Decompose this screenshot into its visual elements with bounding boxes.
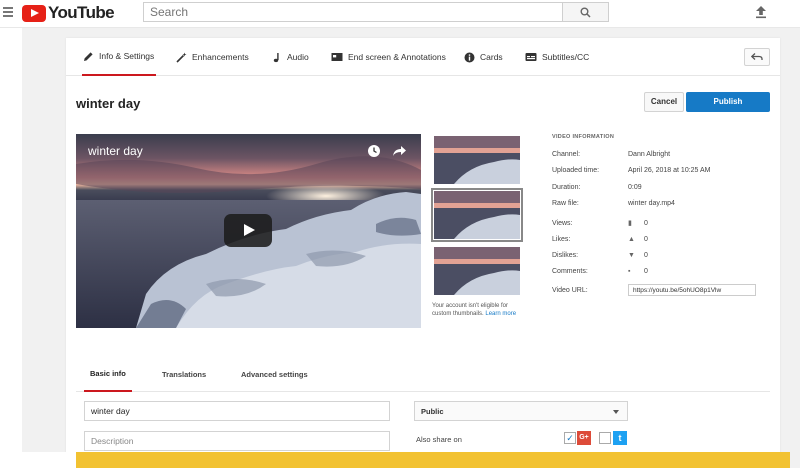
info-value: Dann Albright (628, 150, 671, 158)
info-label: Duration: (552, 183, 581, 191)
tab-subtitles[interactable]: Subtitles/CC (525, 38, 589, 76)
stat-row-comments: Comments: ▪ 0 (552, 265, 648, 277)
thumbs-down-icon: ▼ (628, 251, 635, 259)
info-value: winter day.mp4 (628, 199, 675, 207)
video-information-heading: VIDEO INFORMATION (552, 134, 615, 140)
tab-end-screen[interactable]: End screen & Annotations (331, 38, 446, 76)
tab-enhancements[interactable]: Enhancements (175, 38, 249, 76)
info-value: 0:09 (628, 183, 642, 191)
left-sidebar-strip (0, 28, 22, 468)
thumbs-up-icon: ▲ (628, 235, 635, 243)
info-value: April 26, 2018 at 10:25 AM (628, 166, 711, 174)
twitter-icon: t (613, 431, 627, 445)
subtitles-icon (525, 51, 537, 63)
editor-tabs: Info & Settings Enhancements Audio End s… (66, 38, 780, 76)
publish-button[interactable]: Publish (686, 92, 770, 112)
thumbnail-image (434, 191, 520, 239)
also-share-label: Also share on (416, 435, 462, 444)
google-plus-checkbox[interactable]: ✓ (564, 432, 576, 444)
info-label: Uploaded time: (552, 166, 600, 174)
stat-value: 0 (644, 219, 648, 227)
video-overlay-title: winter day (88, 144, 143, 158)
music-note-icon (270, 51, 282, 63)
cancel-button[interactable]: Cancel (644, 92, 684, 112)
page-title: winter day (76, 96, 141, 111)
tab-cards[interactable]: Cards (463, 38, 503, 76)
details-tabs: Basic info Translations Advanced setting… (76, 356, 770, 392)
thumbnail-option-3[interactable] (434, 247, 520, 295)
info-row-raw-file: Raw file: winter day.mp4 (552, 197, 675, 209)
stat-row-views: Views: ▮ 0 (552, 217, 648, 229)
youtube-play-icon (22, 4, 46, 22)
description-input[interactable] (84, 431, 390, 451)
video-player[interactable]: winter day (76, 134, 421, 328)
google-plus-icon: G+ (577, 431, 591, 445)
learn-more-link[interactable]: Learn more (485, 311, 516, 317)
tab-label: Subtitles/CC (542, 52, 590, 62)
bar-chart-icon: ▮ (628, 220, 632, 227)
info-label: Views: (552, 219, 573, 227)
info-row-duration: Duration: 0:09 (552, 181, 642, 193)
end-screen-icon (331, 51, 343, 63)
privacy-select[interactable]: Public (414, 401, 628, 421)
info-label: Likes: (552, 235, 571, 243)
stat-value: 0 (644, 267, 648, 275)
info-label: Channel: (552, 150, 581, 158)
tab-label: Audio (287, 52, 309, 62)
tab-label: Advanced settings (241, 369, 308, 379)
comment-icon: ▪ (628, 267, 631, 275)
tab-label: Enhancements (192, 52, 249, 62)
upload-icon[interactable] (754, 5, 768, 19)
info-label: Raw file: (552, 199, 579, 207)
chevron-down-icon (613, 410, 619, 414)
info-label: Video URL: (552, 286, 588, 294)
thumbnail-option-1[interactable] (434, 136, 520, 184)
menu-icon[interactable] (3, 7, 13, 17)
thumbnail-image (434, 136, 520, 184)
tab-label: End screen & Annotations (348, 52, 446, 62)
tab-advanced-settings[interactable]: Advanced settings (241, 356, 308, 392)
tab-label: Info & Settings (99, 51, 155, 61)
twitter-checkbox[interactable] (599, 432, 611, 444)
tab-label: Basic info (90, 368, 126, 378)
privacy-value: Public (421, 407, 444, 416)
logo-text: YouTube (48, 3, 115, 22)
video-url-field[interactable]: https://youtu.be/5ohUO8p1Vlw (628, 284, 756, 296)
notification-bar (76, 452, 790, 468)
info-row-channel: Channel: Dann Albright (552, 148, 670, 160)
info-circle-icon (463, 51, 475, 63)
title-input[interactable] (84, 401, 390, 421)
info-label: Dislikes: (552, 251, 579, 259)
info-label: Comments: (552, 267, 588, 275)
video-editor-card: Info & Settings Enhancements Audio End s… (66, 38, 780, 468)
search-input[interactable] (143, 2, 563, 22)
stat-row-dislikes: Dislikes: ▼ 0 (552, 249, 648, 261)
tab-label: Translations (162, 369, 207, 379)
return-arrow-icon (751, 53, 763, 60)
thumbnail-option-2[interactable] (431, 188, 523, 242)
tab-basic-info[interactable]: Basic info (84, 356, 132, 392)
top-bar: YouTube (0, 0, 800, 28)
tab-translations[interactable]: Translations (162, 356, 206, 392)
info-row-uploaded: Uploaded time: April 26, 2018 at 10:25 A… (552, 164, 711, 176)
magic-wand-icon (175, 51, 187, 63)
bottom-left-strip (22, 452, 76, 468)
search-icon (580, 7, 591, 18)
play-button[interactable] (224, 214, 272, 247)
search-button[interactable] (563, 2, 609, 22)
thumbnail-eligibility-note: Your account isn't eligible for custom t… (432, 302, 524, 318)
tab-info-settings[interactable]: Info & Settings (82, 38, 156, 76)
tab-label: Cards (480, 52, 503, 62)
stat-value: 0 (644, 235, 648, 243)
stat-value: 0 (644, 251, 648, 259)
info-row-video-url: Video URL: https://youtu.be/5ohUO8p1Vlw (552, 284, 756, 296)
share-icon[interactable] (392, 144, 407, 158)
return-button[interactable] (744, 48, 770, 66)
stat-row-likes: Likes: ▲ 0 (552, 233, 648, 245)
watch-later-icon[interactable] (367, 144, 381, 158)
thumbnail-image (434, 247, 520, 295)
pencil-icon (82, 50, 94, 62)
tab-audio[interactable]: Audio (270, 38, 309, 76)
youtube-logo[interactable]: YouTube (22, 3, 115, 22)
